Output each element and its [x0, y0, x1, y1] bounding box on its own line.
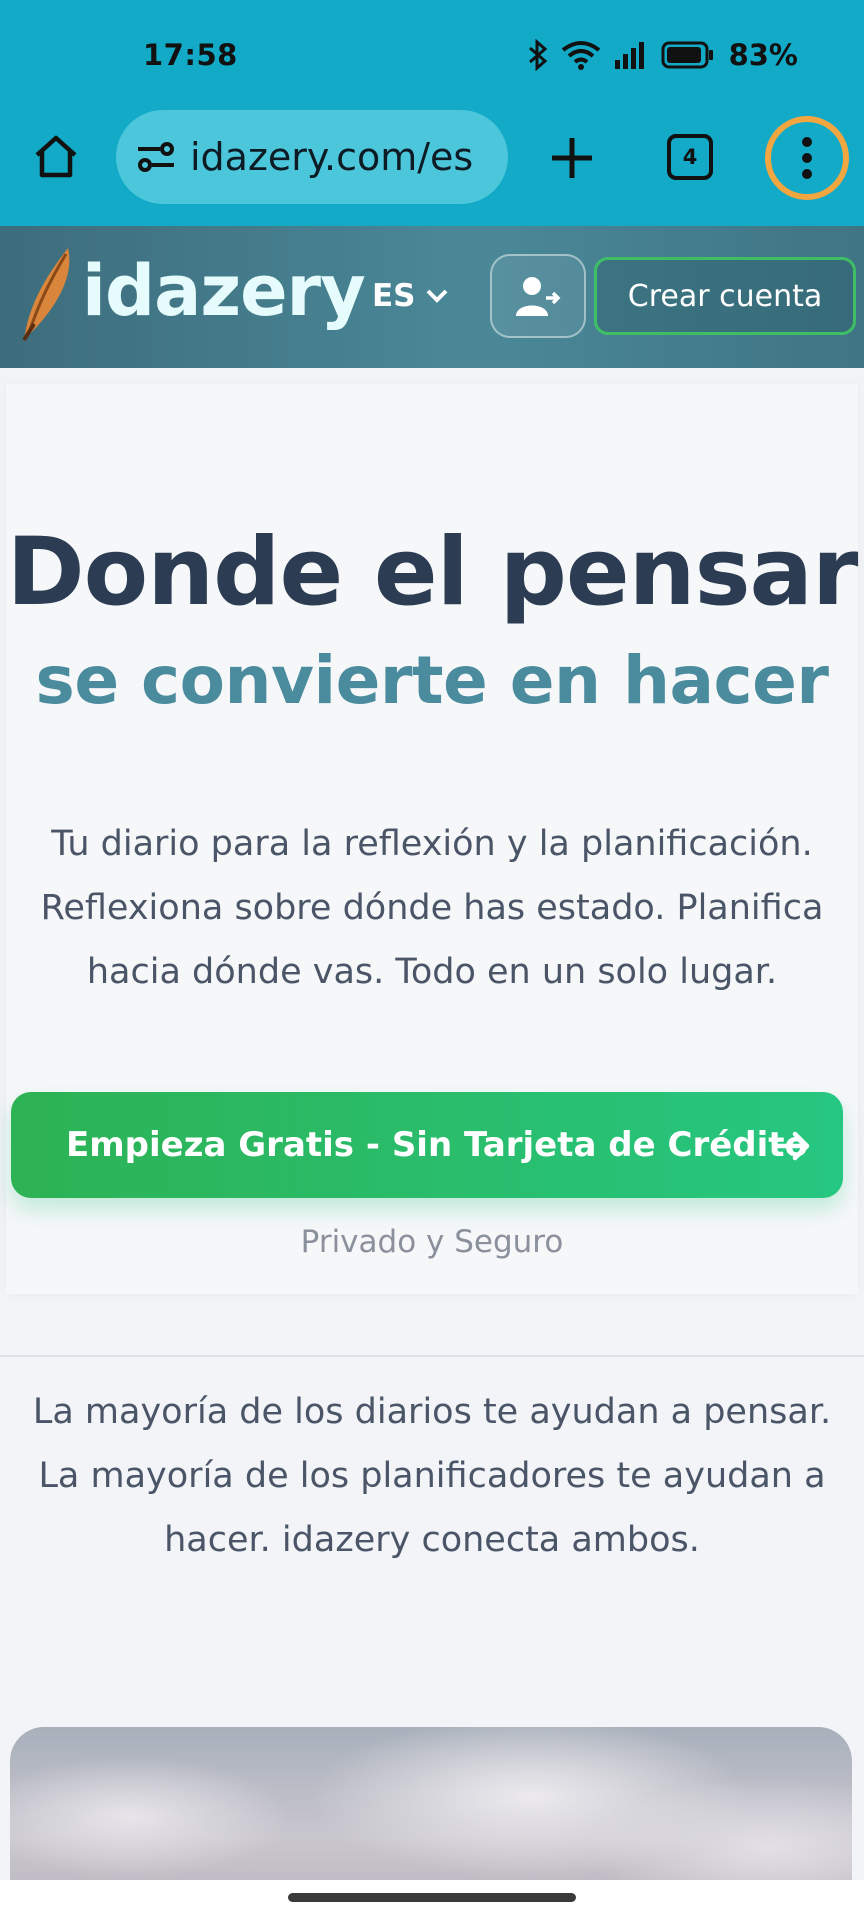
gesture-nav-handle[interactable]: [288, 1893, 576, 1902]
language-selector[interactable]: ES: [372, 278, 448, 314]
site-settings-icon[interactable]: [134, 135, 178, 179]
chevron-down-icon: [426, 289, 447, 303]
battery-percent: 83%: [728, 38, 798, 72]
hero-title-line2: se convierte en hacer: [35, 642, 829, 719]
home-button[interactable]: [28, 128, 84, 184]
user-login-icon: [516, 277, 561, 316]
start-free-label: Empieza Gratis - Sin Tarjeta de Crédito: [66, 1125, 808, 1165]
privacy-note: Privado y Seguro: [300, 1224, 564, 1260]
hero-subtitle: Tu diario para la reflexión y la planifi…: [40, 824, 824, 992]
status-time: 17:58: [143, 38, 238, 72]
site-header: idazery ES Crear cuenta: [0, 226, 864, 368]
tab-switcher-button[interactable]: 4: [667, 134, 713, 180]
browser-menu-button[interactable]: [765, 116, 849, 200]
feather-logo-icon[interactable]: [16, 244, 76, 344]
create-account-label: Crear cuenta: [627, 278, 823, 314]
start-free-button[interactable]: Empieza Gratis - Sin Tarjeta de Crédito: [11, 1092, 843, 1198]
hero-title-line1: Donde el pensar: [6, 518, 859, 627]
language-code: ES: [372, 278, 416, 314]
status-icons: 83%: [527, 38, 798, 72]
browser-chrome: 17:58 83% idazery.com/es 4: [0, 0, 864, 226]
login-button[interactable]: [490, 254, 586, 338]
tab-count: 4: [682, 145, 698, 169]
new-tab-icon[interactable]: [544, 130, 600, 186]
address-bar[interactable]: idazery.com/es: [116, 110, 508, 204]
url-text: idazery.com/es: [190, 135, 474, 179]
section-divider: [0, 1355, 864, 1357]
hero-section: Donde el pensar se convierte en hacer Tu…: [0, 368, 864, 1294]
wifi-icon: [561, 41, 600, 70]
create-account-button[interactable]: Crear cuenta: [594, 257, 856, 335]
bluetooth-icon: [528, 39, 547, 71]
home-icon: [35, 135, 77, 178]
brand-name[interactable]: idazery: [82, 250, 366, 332]
signal-icon: [614, 42, 644, 69]
intro-text: La mayoría de los diarios te ayudan a pe…: [32, 1392, 832, 1560]
arrow-right-icon: [774, 1131, 810, 1161]
battery-icon: [661, 41, 713, 69]
more-vertical-icon: [802, 137, 812, 179]
